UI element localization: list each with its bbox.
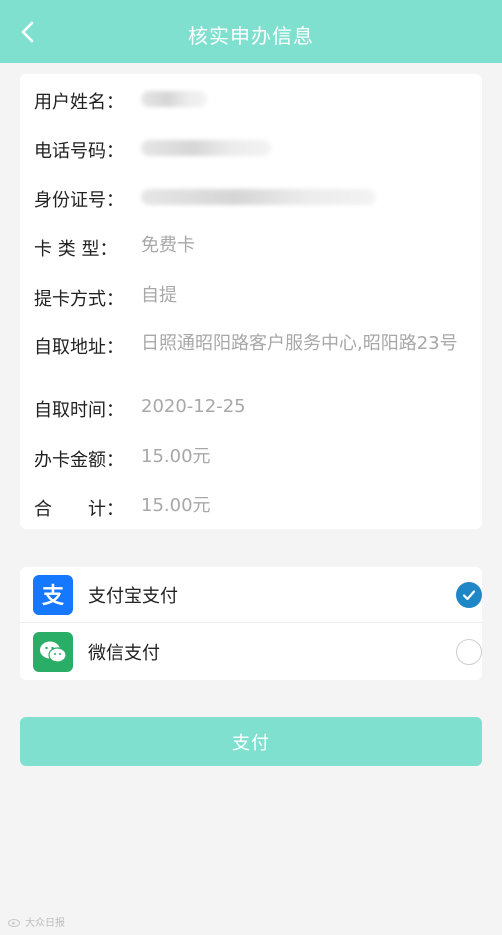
- total-row: 合 计： 15.00元: [34, 495, 468, 521]
- fee-label: 办卡金额：: [34, 450, 124, 471]
- svg-text:支: 支: [42, 584, 65, 609]
- wechat-pay-label: 微信支付: [88, 643, 160, 664]
- name-row: 用户姓名：: [34, 88, 468, 114]
- pickup-time-row: 自取时间： 2020-12-25: [34, 396, 468, 422]
- fee-row: 办卡金额： 15.00元: [34, 446, 468, 472]
- name-value-redacted: [141, 91, 207, 107]
- card-type-row: 卡 类 型： 免费卡: [34, 235, 468, 261]
- phone-row: 电话号码：: [34, 137, 468, 163]
- watermark-text: 大众日报: [25, 918, 65, 929]
- id-row: 身份证号：: [34, 186, 468, 212]
- weibo-logo-icon: [8, 918, 20, 927]
- application-info-card: 用户姓名： 电话号码： 身份证号： 卡 类 型： 免费卡 提卡方式： 自提 自取…: [20, 74, 482, 529]
- wechat-pay-radio-unchecked[interactable]: [456, 639, 482, 665]
- alipay-radio-checked[interactable]: [456, 581, 482, 608]
- phone-value-redacted: [141, 140, 271, 156]
- pickup-method-value: 自提: [141, 285, 177, 306]
- total-label: 合 计：: [34, 499, 124, 520]
- check-icon: [462, 589, 476, 600]
- pickup-method-label: 提卡方式：: [34, 289, 124, 310]
- pickup-time-value: 2020-12-25: [141, 396, 246, 417]
- alipay-label: 支付宝支付: [88, 585, 178, 607]
- pickup-time-label: 自取时间：: [34, 400, 124, 421]
- fee-value: 15.00元: [141, 446, 211, 467]
- wechat-pay-option[interactable]: 微信支付: [20, 624, 482, 680]
- alipay-icon: 支: [33, 574, 73, 615]
- pickup-address-value: 日照通昭阳路客户服务中心,昭阳路23号: [141, 333, 458, 354]
- phone-label: 电话号码：: [34, 141, 124, 162]
- wechat-icon: [33, 632, 73, 672]
- pay-button[interactable]: 支付: [20, 717, 482, 766]
- id-number-label: 身份证号：: [34, 190, 124, 211]
- pickup-address-label: 自取地址：: [34, 337, 124, 358]
- watermark: 大众日报: [8, 914, 65, 929]
- pickup-method-row: 提卡方式： 自提: [34, 285, 468, 311]
- alipay-option[interactable]: 支 支付宝支付: [20, 567, 482, 623]
- top-bar: 核实申办信息: [0, 0, 502, 63]
- payment-method-card: 支 支付宝支付 微信支付: [20, 567, 482, 680]
- page-title: 核实申办信息: [188, 24, 314, 48]
- id-number-value-redacted: [141, 189, 376, 205]
- card-type-label: 卡 类 型：: [34, 239, 118, 260]
- card-type-value: 免费卡: [141, 235, 195, 256]
- total-value: 15.00元: [141, 495, 211, 516]
- name-label: 用户姓名：: [34, 92, 124, 113]
- pickup-address-row: 自取地址： 日照通昭阳路客户服务中心,昭阳路23号: [34, 333, 468, 359]
